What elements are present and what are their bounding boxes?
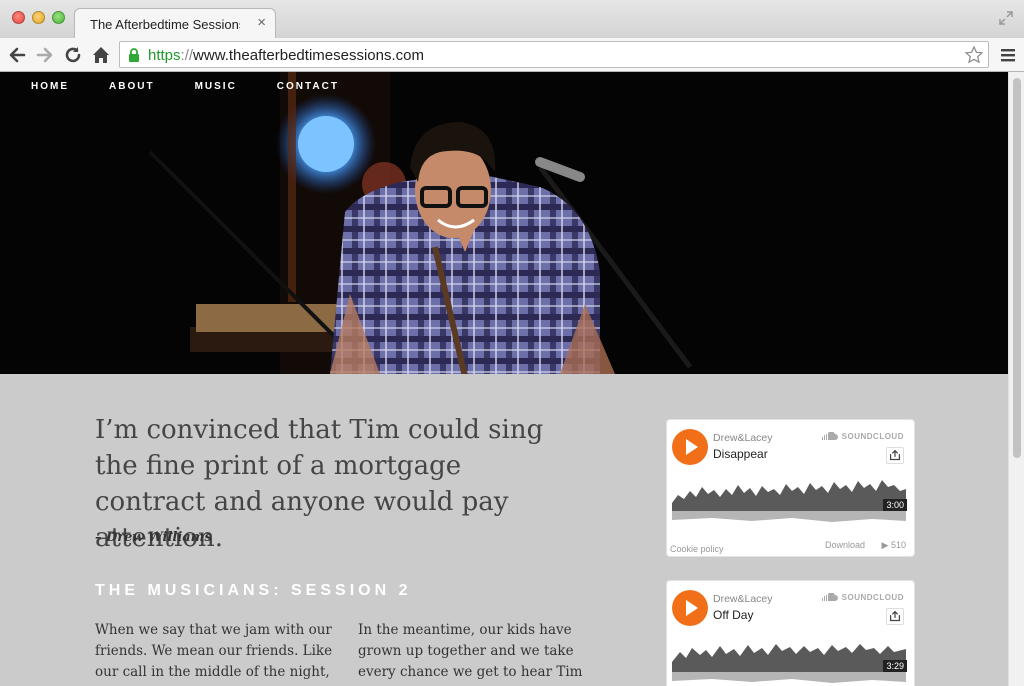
tab-title: The Afterbedtime Sessions <box>90 17 240 32</box>
soundcloud-cloud-icon <box>821 432 838 440</box>
window-maximize-button[interactable] <box>52 11 65 24</box>
soundcloud-player: Drew&Lacey Disappear SOUNDCLOUD 3:00 Coo… <box>667 420 914 556</box>
nav-about[interactable]: ABOUT <box>109 81 155 92</box>
url-text: https://www.theafterbedtimesessions.com <box>148 47 424 64</box>
track-title[interactable]: Off Day <box>713 608 753 622</box>
body-text-left: When we say that we jam with our friends… <box>95 622 333 686</box>
cookie-policy-link[interactable]: Cookie policy <box>670 544 724 554</box>
play-count: ▶ 510 <box>881 540 906 550</box>
browser-toolbar: https://www.theafterbedtimesessions.com <box>0 38 1024 72</box>
download-link[interactable]: Download <box>825 540 865 550</box>
window-minimize-button[interactable] <box>32 11 45 24</box>
browser-tab[interactable]: The Afterbedtime Sessions × <box>74 8 276 38</box>
address-bar[interactable]: https://www.theafterbedtimesessions.com <box>119 41 989 68</box>
menu-icon[interactable] <box>1000 47 1016 63</box>
body-text-right: In the meantime, our kids have grown up … <box>358 622 583 686</box>
share-icon[interactable] <box>886 447 904 464</box>
waveform[interactable] <box>672 636 906 686</box>
share-icon[interactable] <box>886 608 904 625</box>
play-button[interactable] <box>672 429 708 465</box>
soundcloud-logo[interactable]: SOUNDCLOUD <box>821 432 904 441</box>
home-icon[interactable] <box>90 44 112 66</box>
fullscreen-icon[interactable] <box>998 10 1014 26</box>
reload-icon[interactable] <box>62 44 84 66</box>
lock-icon <box>129 48 139 62</box>
quote-author: – Drew Williams <box>95 530 212 545</box>
track-artist[interactable]: Drew&Lacey <box>713 432 773 444</box>
soundcloud-player: Drew&Lacey Off Day SOUNDCLOUD 3:29 <box>667 581 914 686</box>
page-viewport: HOME ABOUT MUSIC CONTACT I’m convinced t… <box>0 72 1008 686</box>
back-arrow-icon[interactable] <box>6 44 28 66</box>
play-button[interactable] <box>672 590 708 626</box>
soundcloud-logo[interactable]: SOUNDCLOUD <box>821 593 904 602</box>
nav-music[interactable]: MUSIC <box>195 81 237 92</box>
track-artist[interactable]: Drew&Lacey <box>713 593 773 605</box>
track-duration: 3:00 <box>883 499 907 511</box>
bookmark-star-icon[interactable] <box>964 45 984 65</box>
nav-contact[interactable]: CONTACT <box>277 81 339 92</box>
forward-arrow-icon[interactable] <box>34 44 56 66</box>
nav-home[interactable]: HOME <box>31 81 69 92</box>
section-heading: THE MUSICIANS: SESSION 2 <box>95 582 412 599</box>
window-close-button[interactable] <box>12 11 25 24</box>
site-nav: HOME ABOUT MUSIC CONTACT <box>31 81 379 92</box>
waveform[interactable] <box>672 475 906 527</box>
tab-close-icon[interactable]: × <box>257 14 266 31</box>
page-scrollbar[interactable] <box>1008 72 1024 686</box>
soundcloud-cloud-icon <box>821 593 838 601</box>
window-titlebar: The Afterbedtime Sessions × <box>0 0 1024 38</box>
hero-photo: HOME ABOUT MUSIC CONTACT <box>0 72 1008 374</box>
track-title[interactable]: Disappear <box>713 447 768 461</box>
scrollbar-thumb[interactable] <box>1013 78 1021 458</box>
track-duration: 3:29 <box>883 660 907 672</box>
performer-photo <box>0 72 1008 374</box>
